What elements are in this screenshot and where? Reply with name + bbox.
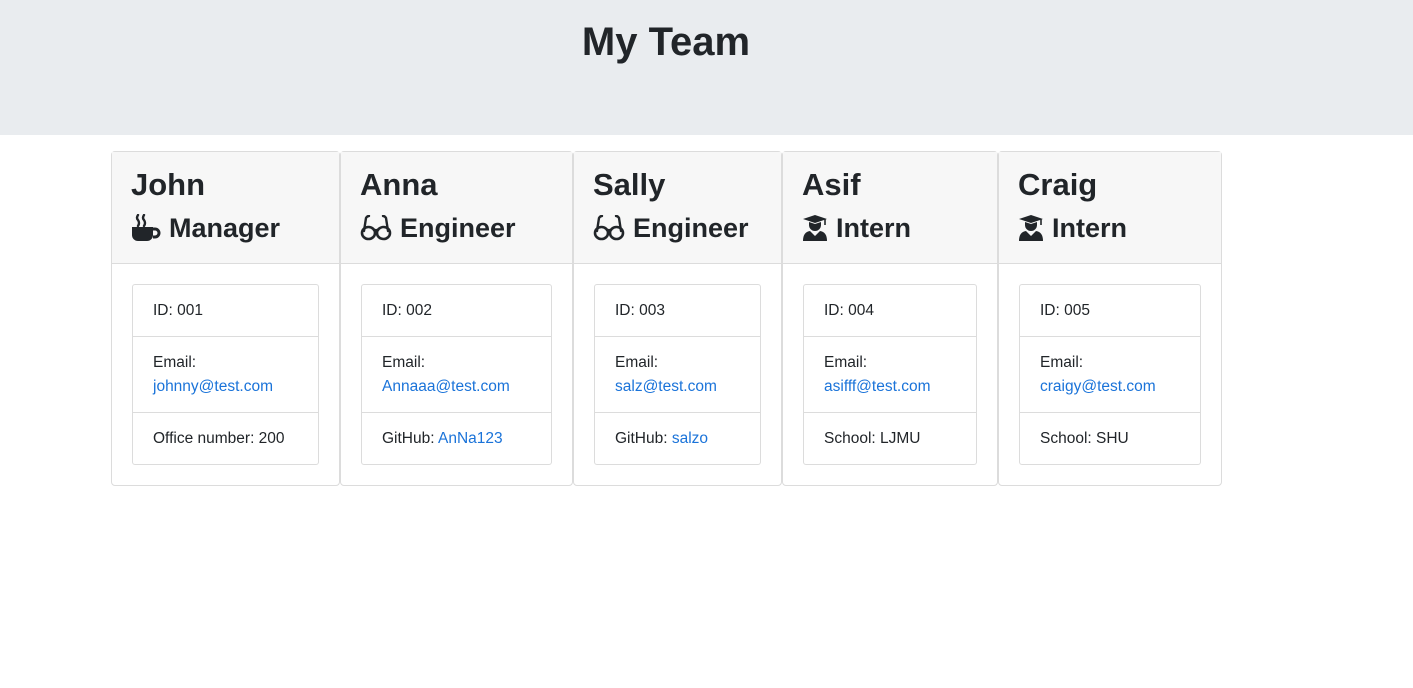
details-list: ID: 002 Email: Annaaa@test.com GitHub: A… [361, 284, 552, 465]
card-header: Asif Intern [783, 152, 997, 264]
github-item: GitHub: AnNa123 [362, 412, 551, 464]
page-title: My Team [581, 20, 751, 64]
email-link[interactable]: craigy@test.com [1040, 378, 1156, 395]
email-label: Email: [1040, 354, 1084, 371]
employee-role: Engineer [360, 211, 553, 245]
email-item: Email: craigy@test.com [1020, 336, 1200, 412]
employee-name: Asif [802, 167, 861, 202]
card-body: ID: 001 Email: johnny@test.com Office nu… [112, 264, 339, 485]
employee-card: Asif Intern ID: 004 Email: asifff@test.c… [782, 151, 998, 486]
github-label: GitHub: [382, 430, 438, 447]
employee-name: John [131, 167, 206, 202]
email-link[interactable]: Annaaa@test.com [382, 378, 510, 395]
glasses-icon [593, 215, 625, 241]
id-item: ID: 003 [615, 302, 665, 319]
employee-card: Craig Intern ID: 005 Email: craigy@test.… [998, 151, 1222, 486]
employee-name: Anna [360, 167, 438, 202]
card-header: Anna Engineer [341, 152, 572, 264]
employee-name: Craig [1018, 167, 1098, 202]
employee-role: Manager [131, 211, 320, 245]
card-body: ID: 003 Email: salz@test.com GitHub: sal… [574, 264, 781, 485]
card-body: ID: 002 Email: Annaaa@test.com GitHub: A… [341, 264, 572, 485]
school-item: School: LJMU [804, 412, 976, 464]
email-label: Email: [615, 354, 659, 371]
employee-name: Sally [593, 167, 666, 202]
role-label: Intern [1052, 213, 1128, 243]
employee-card: John Manager ID: 001 Email: johnny@test.… [111, 151, 340, 486]
id-item: ID: 005 [1040, 302, 1090, 319]
id-item: ID: 001 [153, 302, 203, 319]
card-body: ID: 004 Email: asifff@test.com School: L… [783, 264, 997, 485]
coffee-icon [131, 214, 161, 242]
card-header: John Manager [112, 152, 339, 264]
email-link[interactable]: asifff@test.com [824, 378, 930, 395]
employee-role: Intern [1018, 211, 1202, 245]
office-item: Office number: 200 [133, 412, 318, 464]
employee-role: Intern [802, 211, 978, 245]
email-label: Email: [824, 354, 868, 371]
details-list: ID: 001 Email: johnny@test.com Office nu… [132, 284, 319, 465]
email-item: Email: johnny@test.com [133, 336, 318, 412]
github-item: GitHub: salzo [595, 412, 760, 464]
graduate-icon [802, 214, 828, 242]
employee-card: Sally Engineer ID: 003 Email: salz@test.… [573, 151, 782, 486]
card-header: Craig Intern [999, 152, 1221, 264]
team-cards: John Manager ID: 001 Email: johnny@test.… [111, 151, 1222, 486]
email-item: Email: salz@test.com [595, 336, 760, 412]
email-item: Email: asifff@test.com [804, 336, 976, 412]
github-link[interactable]: salzo [672, 430, 708, 447]
card-body: ID: 005 Email: craigy@test.com School: S… [999, 264, 1221, 485]
school-item: School: SHU [1020, 412, 1200, 464]
page-header: My Team [0, 0, 1413, 135]
role-label: Engineer [633, 213, 749, 243]
id-item: ID: 004 [824, 302, 874, 319]
email-label: Email: [382, 354, 426, 371]
email-link[interactable]: salz@test.com [615, 378, 717, 395]
graduate-icon [1018, 214, 1044, 242]
email-item: Email: Annaaa@test.com [362, 336, 551, 412]
details-list: ID: 003 Email: salz@test.com GitHub: sal… [594, 284, 761, 465]
employee-card: Anna Engineer ID: 002 Email: Annaaa@test… [340, 151, 573, 486]
github-link[interactable]: AnNa123 [438, 430, 503, 447]
details-list: ID: 004 Email: asifff@test.com School: L… [803, 284, 977, 465]
email-link[interactable]: johnny@test.com [153, 378, 273, 395]
id-item: ID: 002 [382, 302, 432, 319]
role-label: Intern [836, 213, 912, 243]
details-list: ID: 005 Email: craigy@test.com School: S… [1019, 284, 1201, 465]
glasses-icon [360, 215, 392, 241]
role-label: Manager [169, 213, 281, 243]
employee-role: Engineer [593, 211, 762, 245]
github-label: GitHub: [615, 430, 672, 447]
card-header: Sally Engineer [574, 152, 781, 264]
role-label: Engineer [400, 213, 516, 243]
email-label: Email: [153, 354, 197, 371]
